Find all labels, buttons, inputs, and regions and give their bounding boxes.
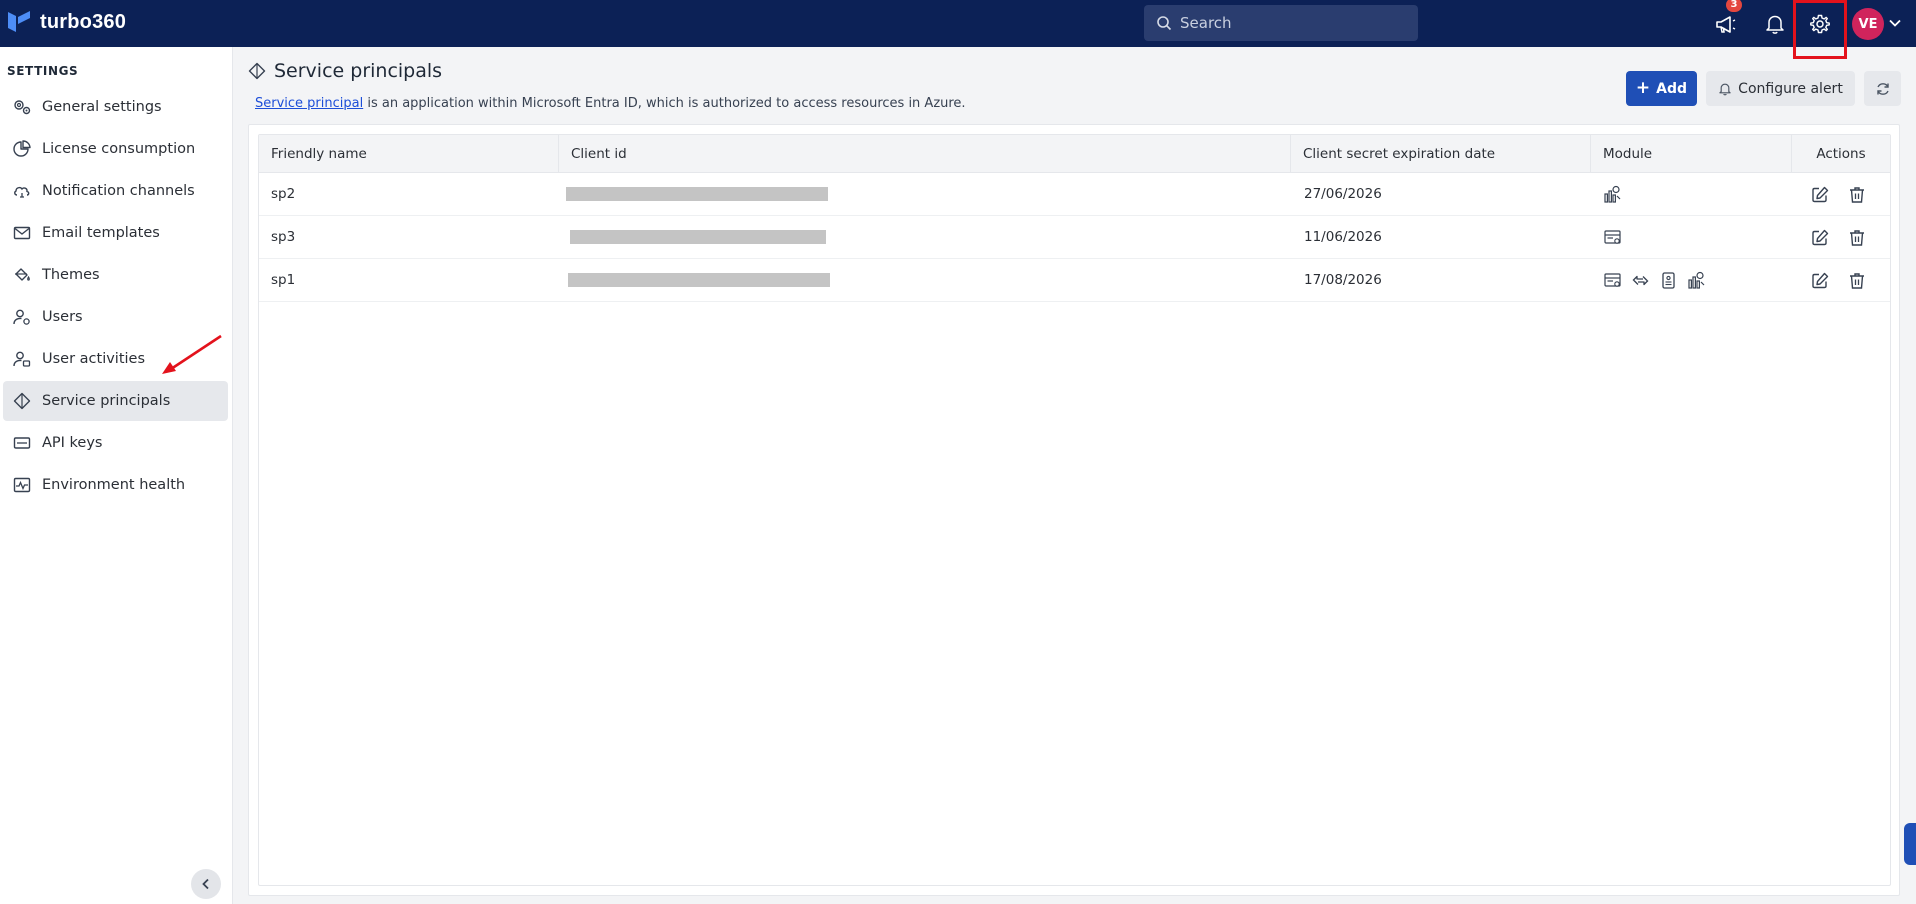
- sidebar-item-general-settings[interactable]: General settings: [3, 87, 228, 127]
- chevron-left-icon: [202, 878, 209, 890]
- redacted-client-id: [570, 230, 826, 244]
- notifications-button[interactable]: [1761, 10, 1789, 38]
- sidebar-item-themes[interactable]: Themes: [3, 255, 228, 295]
- column-header-actions: Actions: [1816, 146, 1866, 162]
- paint-bucket-icon: [15, 268, 30, 281]
- sidebar-item-label: Environment health: [42, 477, 186, 493]
- expiration-date-cell: 27/06/2026: [1304, 186, 1382, 202]
- configure-alert-label: Configure alert: [1738, 80, 1843, 97]
- sidebar-item-label: Service principals: [42, 393, 171, 409]
- delete-icon[interactable]: [1847, 185, 1867, 205]
- gears-icon: [14, 100, 31, 115]
- redacted-client-id: [568, 273, 830, 287]
- service-principals-table: Friendly name Client id Client secret ex…: [258, 134, 1891, 886]
- transfer-icon: [1632, 275, 1649, 286]
- sidebar-item-label: Email templates: [42, 225, 160, 241]
- column-header-module[interactable]: Module: [1591, 135, 1792, 173]
- user-activity-icon: [13, 351, 31, 367]
- sidebar-item-email-templates[interactable]: Email templates: [3, 213, 228, 253]
- table-row[interactable]: sp3 11/06/2026: [259, 216, 1890, 259]
- module-icons: [1603, 185, 1622, 204]
- edit-icon[interactable]: [1810, 185, 1830, 205]
- table-row[interactable]: sp1 17/08/2026: [259, 259, 1890, 302]
- sidebar-item-environment-health[interactable]: Environment health: [3, 465, 228, 505]
- megaphone-icon: [1716, 16, 1736, 33]
- user-avatar[interactable]: VE: [1852, 8, 1884, 40]
- module-icons: [1603, 228, 1622, 247]
- turbo360-logo-icon: [8, 11, 30, 32]
- module-icons: [1603, 271, 1706, 290]
- delete-icon[interactable]: [1847, 228, 1867, 248]
- column-header-friendly-name[interactable]: Friendly name: [259, 135, 559, 173]
- column-header-client-id[interactable]: Client id: [559, 135, 1291, 173]
- plus-icon: +: [1635, 78, 1651, 98]
- business-app-icon: [1604, 230, 1621, 244]
- search-icon: [1157, 16, 1172, 31]
- api-key-icon: [13, 437, 31, 449]
- column-header-expiration-date[interactable]: Client secret expiration date: [1291, 135, 1591, 173]
- friendly-name-cell: sp2: [271, 186, 296, 202]
- search-input[interactable]: [1180, 14, 1400, 32]
- friendly-name-cell: sp1: [271, 272, 296, 288]
- sidebar-heading: SETTINGS: [7, 64, 79, 78]
- chevron-down-icon[interactable]: [1888, 16, 1902, 30]
- sidebar-item-notification-channels[interactable]: Notification channels: [3, 171, 228, 211]
- sidebar-item-license-consumption[interactable]: License consumption: [3, 129, 228, 169]
- friendly-name-cell: sp3: [271, 229, 296, 245]
- announcement-count-badge: 3: [1726, 0, 1742, 12]
- delete-icon[interactable]: [1847, 271, 1867, 291]
- feedback-side-tab[interactable]: [1904, 823, 1916, 865]
- app-logo[interactable]: turbo360: [8, 10, 126, 34]
- sidebar-item-label: Themes: [42, 267, 100, 283]
- settings-highlight-box: [1793, 0, 1847, 59]
- cost-analyzer-icon: [1688, 271, 1705, 289]
- redacted-client-id: [566, 187, 828, 201]
- annotation-arrow: [162, 334, 222, 374]
- global-search[interactable]: [1144, 5, 1418, 41]
- configure-alert-button[interactable]: Configure alert: [1706, 71, 1855, 106]
- announcements-button[interactable]: [1712, 10, 1740, 38]
- sidebar-item-api-keys[interactable]: API keys: [3, 423, 228, 463]
- pulse-icon: [13, 477, 31, 493]
- bell-icon: [1766, 15, 1784, 34]
- service-principal-link[interactable]: Service principal: [255, 96, 363, 111]
- top-navigation-bar: turbo360 3 VE: [0, 0, 1916, 59]
- expiration-date-cell: 17/08/2026: [1304, 272, 1382, 288]
- sidebar-item-label: User activities: [42, 351, 146, 367]
- page-description: Service principal is an application with…: [255, 96, 966, 111]
- add-button-label: Add: [1656, 80, 1688, 97]
- refresh-icon: [1876, 82, 1889, 95]
- cloud-bell-icon: [14, 186, 30, 198]
- app-name: turbo360: [40, 10, 127, 33]
- sidebar-item-label: License consumption: [42, 141, 196, 157]
- edit-icon[interactable]: [1810, 228, 1830, 248]
- refresh-button[interactable]: [1864, 71, 1901, 106]
- sidebar-item-users[interactable]: Users: [3, 297, 228, 337]
- sidebar-item-label: General settings: [42, 99, 162, 115]
- table-row[interactable]: sp2 27/06/2026: [259, 173, 1890, 216]
- table-header: Friendly name Client id Client secret ex…: [259, 135, 1890, 173]
- add-button[interactable]: + Add: [1626, 71, 1697, 106]
- envelope-icon: [13, 226, 31, 240]
- sidebar-item-label: Notification channels: [42, 183, 195, 199]
- expiration-date-cell: 11/06/2026: [1304, 229, 1382, 245]
- sidebar-item-label: Users: [42, 309, 83, 325]
- business-app-icon: [1604, 273, 1621, 287]
- page-title-text: Service principals: [274, 60, 443, 82]
- settings-sidebar: SETTINGS General settings License consum…: [0, 47, 233, 904]
- diamond-icon: [248, 62, 266, 80]
- page-title: Service principals: [248, 60, 442, 82]
- pie-chart-icon: [13, 140, 31, 157]
- description-text: is an application within Microsoft Entra…: [363, 96, 966, 111]
- bell-icon: [1719, 83, 1731, 95]
- sidebar-item-label: API keys: [42, 435, 103, 451]
- edit-icon[interactable]: [1810, 271, 1830, 291]
- user-gear-icon: [13, 309, 30, 325]
- collapse-sidebar-button[interactable]: [191, 869, 221, 899]
- cost-analyzer-icon: [1604, 185, 1621, 203]
- document-icon: [1662, 272, 1675, 289]
- diamond-icon: [13, 392, 31, 410]
- sidebar-item-service-principals[interactable]: Service principals: [3, 381, 228, 421]
